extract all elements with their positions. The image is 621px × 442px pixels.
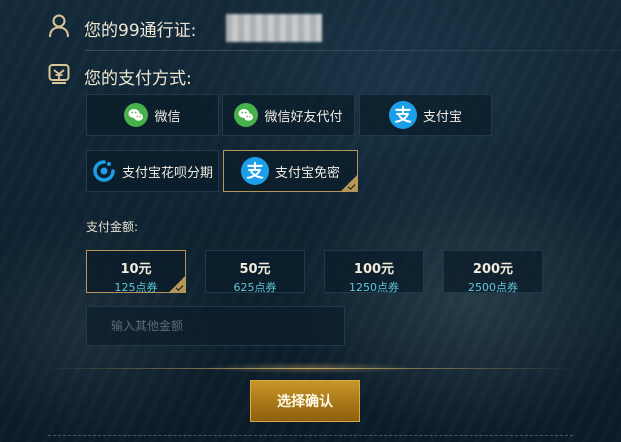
wechat-icon <box>124 103 149 127</box>
selected-check-icon <box>168 275 186 293</box>
alipay-icon: 支 <box>388 101 417 129</box>
dotted-divider <box>48 435 573 436</box>
amount-value: 100元 <box>353 262 395 277</box>
wallet-icon <box>48 62 84 91</box>
amount-points: 2500点券 <box>468 281 518 294</box>
pay-method-label: 微信好友代付 <box>264 109 343 125</box>
pay-method-huabei[interactable]: 支付宝花呗分期 <box>86 150 219 192</box>
confirm-button[interactable]: 选择确认 <box>250 380 360 422</box>
divider <box>85 50 621 51</box>
amount-option-100[interactable]: 100元 1250点券 <box>324 250 424 294</box>
selected-check-icon <box>340 174 358 192</box>
amount-value: 50元 <box>239 262 271 277</box>
svg-text:支: 支 <box>246 161 264 182</box>
pay-method-label: 微信 <box>154 109 181 125</box>
pay-method-alipay[interactable]: 支 支付宝 <box>359 94 492 136</box>
amount-points: 1250点券 <box>349 281 399 294</box>
amount-option-50[interactable]: 50元 625点券 <box>205 250 305 294</box>
pay-method-wechat[interactable]: 微信 <box>86 94 219 136</box>
pay-method-wechat-friend[interactable]: 微信好友代付 <box>222 94 355 136</box>
svg-text:支: 支 <box>394 105 412 126</box>
other-amount-input[interactable] <box>86 306 345 346</box>
pay-method-label: 支付宝 <box>422 109 462 125</box>
huabei-icon <box>92 159 116 183</box>
amount-label: 支付金额: <box>86 220 139 234</box>
account-row: 您的99通行证: <box>48 14 196 43</box>
pay-method-alipay-nopwd[interactable]: 支 支付宝免密 <box>223 150 358 192</box>
account-label: 您的99通行证: <box>84 21 197 41</box>
pay-method-label: 支付宝花呗分期 <box>121 165 213 181</box>
gold-divider <box>45 368 575 369</box>
user-icon <box>48 14 84 43</box>
wechat-icon <box>234 103 259 127</box>
amount-value: 200元 <box>472 262 514 277</box>
amount-option-10[interactable]: 10元 125点券 <box>86 250 186 294</box>
pay-method-label: 支付宝免密 <box>274 165 340 181</box>
payment-label: 您的支付方式: <box>84 69 192 89</box>
alipay-icon: 支 <box>240 157 269 185</box>
payment-row: 您的支付方式: <box>48 62 192 91</box>
amount-points: 625点券 <box>233 281 277 294</box>
amount-option-200[interactable]: 200元 2500点券 <box>443 250 543 294</box>
account-id-blurred <box>226 14 322 42</box>
